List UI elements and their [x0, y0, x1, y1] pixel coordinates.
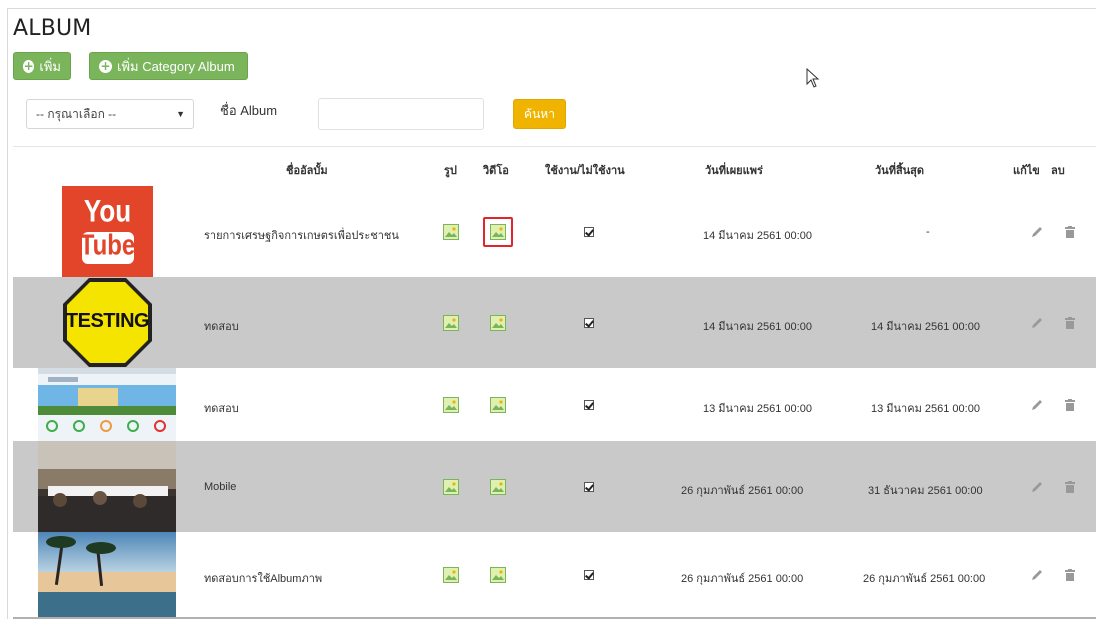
header-video: วิดีโอ: [483, 165, 509, 177]
photo-icon[interactable]: [443, 315, 459, 331]
publish-date: 14 มีนาคม 2561 00:00: [703, 230, 812, 242]
publish-date: 13 มีนาคม 2561 00:00: [703, 403, 812, 415]
publish-date: 26 กุมภาพันธ์ 2561 00:00: [681, 573, 804, 585]
album-name-label: ชื่อ Album: [220, 103, 278, 118]
photo-icon[interactable]: [443, 479, 459, 495]
publish-date: 26 กุมภาพันธ์ 2561 00:00: [681, 485, 804, 497]
mouse-cursor-icon: [806, 68, 820, 88]
header-delete: ลบ: [1051, 165, 1065, 177]
pencil-icon[interactable]: [1031, 399, 1043, 411]
plus-circle-icon: +: [23, 58, 35, 73]
end-date: 13 มีนาคม 2561 00:00: [871, 403, 980, 415]
trash-icon[interactable]: [1065, 226, 1075, 238]
add-category-album-button[interactable]: + เพิ่ม Category Album: [89, 52, 248, 80]
header-status: ใช้งาน/ไม่ใช้งาน: [545, 165, 625, 177]
header-publish-date: วันที่เผยแพร่: [705, 165, 763, 177]
website-screenshot-thumbnail: [38, 368, 176, 441]
video-icon[interactable]: [490, 567, 506, 583]
end-date: -: [926, 226, 930, 238]
video-icon[interactable]: [490, 315, 506, 331]
add-button[interactable]: + เพิ่ม: [13, 52, 71, 80]
photo-icon[interactable]: [443, 397, 459, 413]
album-name-input[interactable]: [318, 98, 484, 130]
album-name: รายการเศรษฐกิจการเกษตรเพื่อประชาชน: [204, 230, 399, 242]
beach-palm-thumbnail: [38, 532, 176, 617]
active-checkbox[interactable]: [584, 482, 594, 492]
header-edit: แก้ไข: [1013, 165, 1040, 177]
pencil-icon[interactable]: [1031, 569, 1043, 581]
album-name: ทดสอบการใช้Albumภาพ: [204, 573, 323, 585]
add-button-label: เพิ่ม: [39, 58, 61, 74]
page-title: ALBUM: [13, 16, 92, 41]
header-name: ชื่ออัลบั้ม: [286, 165, 328, 177]
table-row: TESTING ทดสอบ 14 มีนาคม 2561 00:00 14 มี…: [13, 277, 1096, 368]
category-select[interactable]: -- กรุณาเลือก -- ▼: [26, 99, 194, 129]
active-checkbox[interactable]: [584, 400, 594, 410]
video-icon[interactable]: [490, 224, 506, 240]
pencil-icon[interactable]: [1031, 226, 1043, 238]
table-row: ทดสอบการใช้Albumภาพ 26 กุมภาพันธ์ 2561 0…: [13, 532, 1096, 617]
header-photo: รูป: [444, 165, 457, 177]
thumbnail-text: TESTING: [65, 310, 150, 332]
album-name: Mobile: [204, 481, 237, 493]
meeting-room-thumbnail: [38, 441, 176, 532]
end-date: 31 ธันวาคม 2561 00:00: [868, 485, 983, 497]
pencil-icon[interactable]: [1031, 317, 1043, 329]
add-category-album-label: เพิ่ม Category Album: [117, 58, 235, 74]
album-name: ทดสอบ: [204, 321, 239, 333]
video-icon[interactable]: [490, 397, 506, 413]
trash-icon[interactable]: [1065, 569, 1075, 581]
search-button[interactable]: ค้นหา: [513, 99, 566, 129]
table-header: ชื่ออัลบั้ม รูป วิดีโอ ใช้งาน/ไม่ใช้งาน …: [13, 146, 1096, 186]
trash-icon[interactable]: [1065, 481, 1075, 493]
plus-circle-icon: +: [99, 58, 112, 73]
table-row: ทดสอบ 13 มีนาคม 2561 00:00 13 มีนาคม 256…: [13, 368, 1096, 441]
header-end-date: วันที่สิ้นสุด: [875, 165, 925, 177]
table-row: You Tube รายการเศรษฐกิจการเกษตรเพื่อประช…: [13, 186, 1096, 277]
dropdown-arrow-icon: ▼: [176, 109, 185, 119]
end-date: 26 กุมภาพันธ์ 2561 00:00: [863, 573, 986, 585]
trash-icon[interactable]: [1065, 317, 1075, 329]
end-date: 14 มีนาคม 2561 00:00: [871, 321, 980, 333]
category-select-value: -- กรุณาเลือก --: [36, 106, 117, 121]
youtube-logo-thumbnail: You Tube: [62, 186, 153, 277]
active-checkbox[interactable]: [584, 318, 594, 328]
album-name: ทดสอบ: [204, 403, 239, 415]
photo-icon[interactable]: [443, 224, 459, 240]
photo-icon[interactable]: [443, 567, 459, 583]
trash-icon[interactable]: [1065, 399, 1075, 411]
video-icon[interactable]: [490, 479, 506, 495]
thumbnail-text: You: [83, 192, 132, 229]
publish-date: 14 มีนาคม 2561 00:00: [703, 321, 812, 333]
testing-sign-thumbnail: TESTING: [62, 277, 153, 368]
table-row: Mobile 26 กุมภาพันธ์ 2561 00:00 31 ธันวา…: [13, 441, 1096, 532]
active-checkbox[interactable]: [584, 570, 594, 580]
pencil-icon[interactable]: [1031, 481, 1043, 493]
thumbnail-text: Tube: [79, 229, 136, 262]
active-checkbox[interactable]: [584, 227, 594, 237]
